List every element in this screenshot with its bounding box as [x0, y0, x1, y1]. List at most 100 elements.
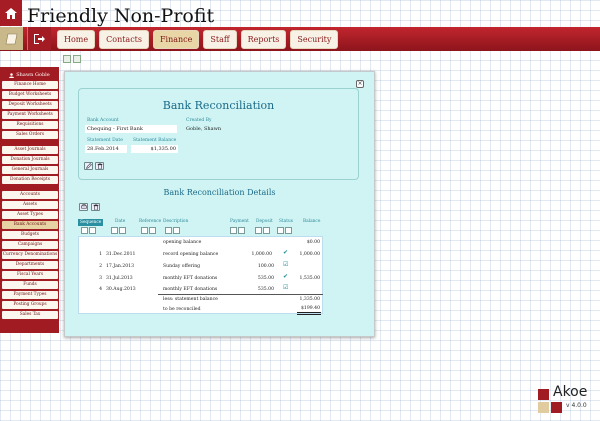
sidebar-item-campaigns[interactable]: Campaigns	[2, 241, 58, 249]
col-date[interactable]: Date	[115, 219, 125, 224]
sidebar-item-asset-types[interactable]: Asset Types	[2, 211, 58, 219]
sidebar-item-budgets[interactable]: Budgets	[2, 231, 58, 239]
home-tile-button[interactable]	[0, 0, 22, 26]
sidebar-item-donation-receipts[interactable]: Donation Receipts	[2, 176, 58, 184]
row4-sequence: 4	[99, 287, 102, 292]
to-reconcile-label: to be reconciled	[163, 307, 201, 312]
sort-asc-icon[interactable]	[81, 227, 88, 234]
statement-balance-field[interactable]: $1,335.00	[131, 145, 178, 153]
row1-balance: 1,000.00	[299, 252, 320, 257]
nav-staff[interactable]: Staff	[203, 30, 237, 49]
sidebar-item-finance-home[interactable]: Finance Home	[2, 81, 58, 89]
row4-date: 30.Aug.2013	[106, 287, 136, 292]
app-title: Friendly Non-Profit	[27, 5, 215, 27]
sort-desc-icon[interactable]	[285, 227, 292, 234]
sort-date	[111, 227, 126, 234]
sidebar-item-fiscal-years[interactable]: Fiscal Years	[2, 271, 58, 279]
statement-date-field[interactable]: 28.Feb.2014	[85, 145, 127, 153]
sort-asc-icon[interactable]	[255, 227, 262, 234]
logout-button[interactable]	[27, 27, 51, 50]
col-reference[interactable]: Reference	[139, 219, 161, 224]
sidebar-item-budget-worksheets[interactable]: Budget Worksheets	[2, 91, 58, 99]
nav-finance[interactable]: Finance	[153, 30, 200, 49]
sidebar-item-bank-accounts[interactable]: Bank Accounts	[2, 221, 58, 229]
row2-date: 17.Jan.2013	[106, 264, 134, 269]
sort-asc-icon[interactable]	[111, 227, 118, 234]
sidebar-item-deposit-worksheets[interactable]: Deposit Worksheets	[2, 101, 58, 109]
sort-desc-icon[interactable]	[263, 227, 270, 234]
brand-logo-square	[551, 402, 562, 413]
sort-asc-icon[interactable]	[277, 227, 284, 234]
sidebar: Shawn Goble Finance Home Budget Workshee…	[0, 67, 59, 333]
delete-button[interactable]	[95, 162, 104, 170]
col-balance[interactable]: Balance	[303, 219, 320, 224]
notebook-button[interactable]	[0, 27, 23, 50]
nav-home[interactable]: Home	[57, 30, 96, 49]
statement-balance-label: Statement Balance	[133, 138, 177, 143]
col-sequence[interactable]: Sequence	[78, 219, 104, 226]
row3-deposit: 535.00	[257, 276, 274, 281]
edit-button[interactable]	[84, 162, 93, 170]
trash-icon	[97, 163, 102, 169]
sidebar-item-accounts[interactable]: Accounts	[2, 191, 58, 199]
sidebar-item-funds[interactable]: Funds	[2, 281, 58, 289]
user-icon	[9, 72, 15, 78]
sort-desc-icon[interactable]	[119, 227, 126, 234]
close-icon[interactable]: ×	[356, 80, 364, 88]
sort-desc-icon[interactable]	[149, 227, 156, 234]
notebook-icon	[5, 33, 18, 44]
brand-logo-square	[538, 402, 549, 413]
brand-logo-square	[538, 389, 549, 400]
brand-version: v 4.0.0	[566, 402, 587, 409]
sidebar-item-currency-denominations[interactable]: Currency Denominations	[2, 251, 58, 259]
trash-icon	[93, 204, 98, 210]
grid-view-icon[interactable]	[73, 55, 81, 63]
sidebar-item-donation-journals[interactable]: Donation Journals	[2, 156, 58, 164]
row1-description: record opening balance	[163, 252, 219, 257]
sidebar-item-assets[interactable]: Assets	[2, 201, 58, 209]
bank-account-label: Bank Account	[87, 118, 119, 123]
less-statement-label: less: statement balance	[163, 297, 218, 302]
list-view-icon[interactable]	[63, 55, 71, 63]
sidebar-item-sales-tax[interactable]: Sales Tax	[2, 311, 58, 319]
sort-desc-icon[interactable]	[173, 227, 180, 234]
row2-status-check-outline-icon[interactable]: ☑	[283, 261, 288, 268]
sidebar-item-payment-types[interactable]: Payment Types	[2, 291, 58, 299]
row3-balance: 1,535.00	[299, 276, 320, 281]
sidebar-item-departments[interactable]: Departments	[2, 261, 58, 269]
row4-status-check-outline-icon[interactable]: ☑	[283, 284, 288, 291]
print-button[interactable]	[79, 203, 88, 211]
details-title: Bank Reconciliation Details	[163, 188, 276, 197]
col-status[interactable]: Status	[279, 219, 293, 224]
sidebar-item-sales-orders[interactable]: Sales Orders	[2, 131, 58, 139]
sidebar-item-payment-worksheets[interactable]: Payment Worksheets	[2, 111, 58, 119]
bank-account-field[interactable]: Chequing - First Bank	[85, 125, 177, 133]
sidebar-item-posting-groups[interactable]: Posting Groups	[2, 301, 58, 309]
row0-description: opening balance	[163, 240, 202, 245]
col-deposit[interactable]: Deposit	[256, 219, 273, 224]
sidebar-user-name: Shawn Goble	[16, 72, 50, 78]
sort-status	[277, 227, 292, 234]
sidebar-item-general-journals[interactable]: General Journals	[2, 166, 58, 174]
row2-description: Sunday offering	[163, 264, 201, 269]
nav-reports[interactable]: Reports	[240, 30, 287, 49]
sort-asc-icon[interactable]	[165, 227, 172, 234]
delete-rows-button[interactable]	[91, 203, 100, 211]
nav-contacts[interactable]: Contacts	[99, 30, 149, 49]
row3-description: monthly EFT donations	[163, 276, 218, 281]
sort-desc-icon[interactable]	[238, 227, 245, 234]
sidebar-item-asset-journals[interactable]: Asset Journals	[2, 146, 58, 154]
sort-asc-icon[interactable]	[230, 227, 237, 234]
sort-desc-icon[interactable]	[89, 227, 96, 234]
sort-description	[165, 227, 180, 234]
col-description[interactable]: Description	[163, 219, 188, 224]
row2-deposit: 100.00	[257, 264, 274, 269]
table-divider	[158, 294, 323, 295]
col-payment[interactable]: Payment	[230, 219, 249, 224]
sidebar-user[interactable]: Shawn Goble	[2, 70, 57, 81]
row1-payment: 1,000.00	[251, 252, 272, 257]
row1-sequence: 1	[99, 252, 102, 257]
sort-asc-icon[interactable]	[141, 227, 148, 234]
sidebar-item-requisitions[interactable]: Requisitions	[2, 121, 58, 129]
nav-security[interactable]: Security	[290, 30, 339, 49]
